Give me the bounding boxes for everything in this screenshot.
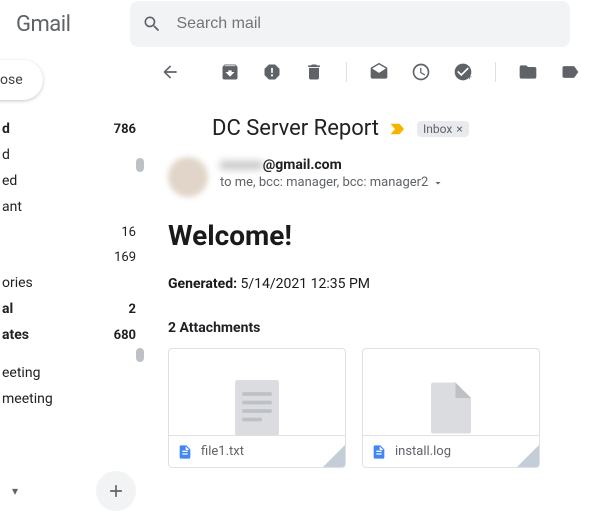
separator	[495, 62, 496, 82]
email-toolbar: +	[148, 48, 609, 96]
nav-item[interactable]: d786	[0, 116, 148, 142]
caret-down-icon[interactable]: ▾	[12, 484, 18, 498]
avatar	[168, 157, 208, 197]
body-heading: Welcome!	[168, 219, 589, 252]
compose-button[interactable]: ose	[0, 60, 43, 100]
nav-item[interactable]: al2	[0, 296, 148, 322]
nav-list: d786 d ed ant 16 169 ories al2 ates680 e…	[0, 116, 148, 412]
email-body: Welcome! Generated: 5/14/2021 12:35 PM 2…	[168, 219, 589, 468]
attachment-card[interactable]: install.log	[362, 348, 540, 468]
attachments-list: file1.txt install.log	[168, 348, 589, 468]
remove-label-icon[interactable]: ×	[456, 122, 462, 136]
new-chat-button[interactable]	[96, 471, 136, 511]
importance-marker-icon[interactable]	[389, 122, 407, 136]
nav-item[interactable]: ed	[0, 168, 148, 194]
file-icon	[371, 444, 387, 460]
add-to-tasks-icon[interactable]: +	[453, 62, 473, 82]
mark-unread-icon[interactable]	[369, 62, 389, 82]
scrollbar-thumb[interactable]	[136, 158, 144, 172]
recipients[interactable]: to me, bcc: manager, bcc: manager2	[220, 175, 589, 190]
file-icon	[431, 382, 471, 434]
search-icon	[142, 14, 162, 34]
labels-icon[interactable]	[560, 62, 580, 82]
svg-text:+: +	[467, 73, 472, 83]
nav-item[interactable]: meeting	[0, 386, 148, 412]
nav-item[interactable]: eeting	[0, 360, 148, 386]
back-icon[interactable]	[160, 62, 180, 82]
nav-item[interactable]: ories	[0, 270, 148, 296]
subject-row: DC Server Report Inbox ×	[168, 104, 589, 153]
nav-item[interactable]: 169	[0, 245, 148, 270]
nav-item[interactable]: 16	[0, 220, 148, 245]
attachment-name: file1.txt	[201, 444, 244, 459]
generated-line: Generated: 5/14/2021 12:35 PM	[168, 276, 589, 292]
email-subject: DC Server Report	[212, 116, 379, 141]
email-view: DC Server Report Inbox × xxxxxx@gmail.co…	[148, 96, 609, 468]
app-header: Gmail	[0, 0, 609, 48]
separator	[346, 62, 347, 82]
attachment-card[interactable]: file1.txt	[168, 348, 346, 468]
archive-icon[interactable]	[220, 62, 240, 82]
scrollbar-thumb[interactable]	[136, 348, 144, 362]
doc-icon	[235, 380, 279, 436]
nav-item[interactable]: ates680	[0, 322, 148, 348]
move-to-icon[interactable]	[518, 62, 538, 82]
search-bar[interactable]	[130, 1, 570, 47]
sender-row: xxxxxx@gmail.com to me, bcc: manager, bc…	[168, 153, 589, 201]
file-icon	[177, 444, 193, 460]
snooze-icon[interactable]	[411, 62, 431, 82]
label-chip[interactable]: Inbox ×	[417, 121, 469, 137]
attachments-header: 2 Attachments	[168, 320, 589, 336]
delete-icon[interactable]	[304, 62, 324, 82]
report-spam-icon[interactable]	[262, 62, 282, 82]
nav-item[interactable]: ant	[0, 194, 148, 220]
corner-fold-icon	[517, 445, 539, 467]
corner-fold-icon	[323, 445, 345, 467]
attachment-name: install.log	[395, 444, 451, 459]
sidebar: ose d786 d ed ant 16 169 ories al2 ates6…	[0, 48, 148, 517]
search-input[interactable]	[176, 15, 558, 33]
chevron-down-icon[interactable]	[432, 177, 444, 189]
sender-email: xxxxxx@gmail.com	[220, 157, 589, 173]
content-area: + DC Server Report Inbox ×	[148, 48, 609, 517]
nav-item[interactable]: d	[0, 142, 148, 168]
gmail-logo[interactable]: Gmail	[8, 12, 130, 37]
